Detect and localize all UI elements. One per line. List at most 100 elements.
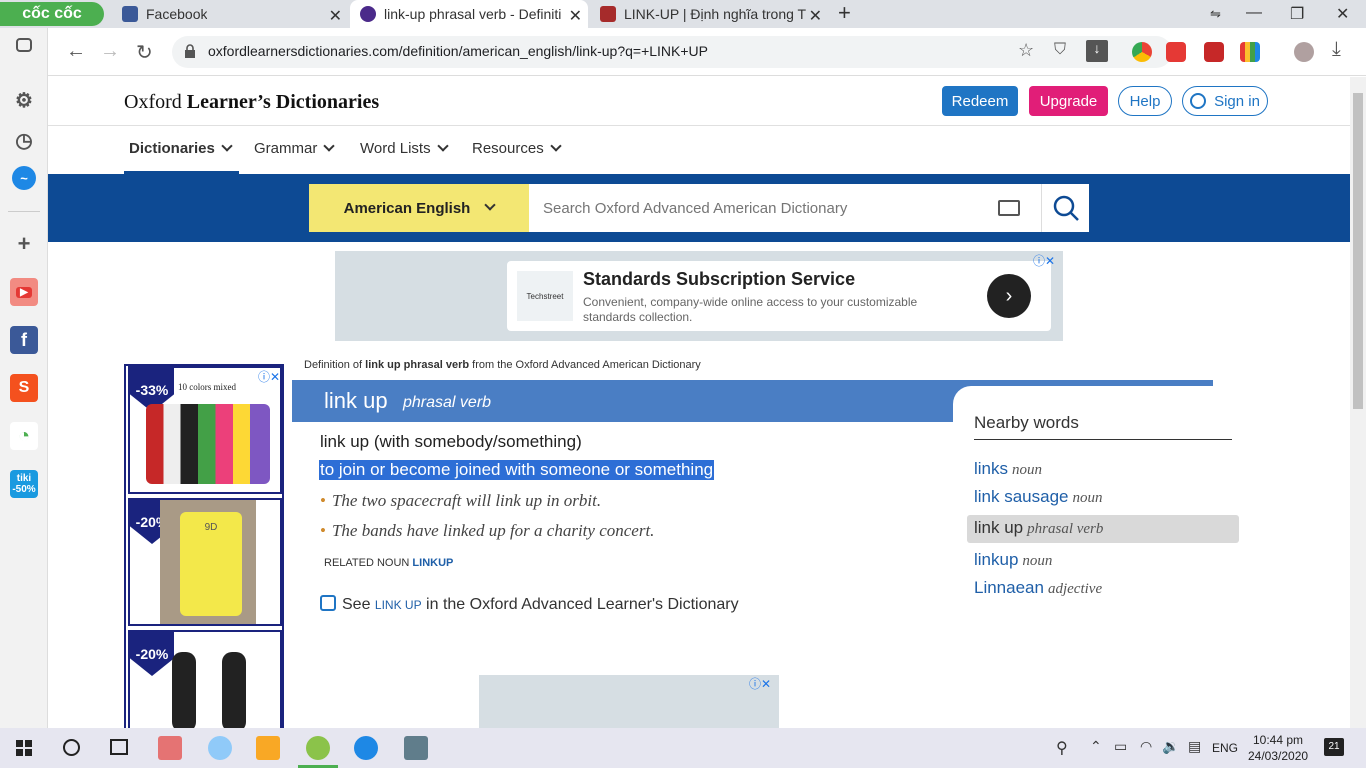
user-icon xyxy=(1190,93,1207,109)
chevron-down-icon xyxy=(484,199,497,211)
color-extension-icon[interactable] xyxy=(1240,42,1260,62)
messenger-icon[interactable]: ~ xyxy=(12,166,36,190)
nearby-title: Nearby words xyxy=(974,413,1079,432)
app-icon[interactable] xyxy=(404,736,428,760)
history-icon[interactable]: ◷ xyxy=(10,126,38,154)
close-icon[interactable]: ✕ xyxy=(329,6,342,26)
nav-dictionaries[interactable]: Dictionaries xyxy=(129,140,233,157)
chrome-extension-icon[interactable] xyxy=(1132,42,1152,62)
banner-ad[interactable]: Techstreet Standards Subscription Servic… xyxy=(335,251,1063,341)
close-icon[interactable]: ✕ xyxy=(569,6,582,26)
windows-start-icon[interactable] xyxy=(16,740,32,756)
reload-icon[interactable]: ↻ xyxy=(136,40,153,65)
shield-icon[interactable]: ⛉ xyxy=(1054,41,1066,59)
page-scrollbar[interactable] xyxy=(1350,77,1366,728)
site-logo[interactable]: Oxford Learner’s Dictionaries xyxy=(124,91,379,114)
nav-resources[interactable]: Resources xyxy=(472,140,562,157)
app-icon[interactable] xyxy=(208,736,232,760)
ad-caption: 10 colors mixed xyxy=(178,382,236,392)
add-icon[interactable]: + xyxy=(10,230,38,258)
forward-arrow-icon[interactable]: → xyxy=(100,40,120,63)
new-extension-icon[interactable] xyxy=(1166,42,1186,62)
tab-oxford[interactable]: link-up phrasal verb - Definiti ✕ xyxy=(350,0,588,28)
zalo-icon[interactable] xyxy=(354,736,378,760)
tab-search-icon[interactable]: ⇋ xyxy=(1210,6,1221,22)
ad-card[interactable]: Techstreet Standards Subscription Servic… xyxy=(507,261,1051,331)
file-explorer-icon[interactable] xyxy=(256,736,280,760)
dictionary-select[interactable]: American English xyxy=(309,184,529,232)
product-image xyxy=(146,404,270,484)
side-ad[interactable]: -33% 10 colors mixed ⓘ✕ -20% 9D -20% xyxy=(124,364,284,728)
app-icon[interactable] xyxy=(158,736,182,760)
nearby-item-selected[interactable]: link up phrasal verb xyxy=(967,515,1239,543)
search-icon[interactable] xyxy=(63,739,80,756)
battery-icon[interactable]: ▭ xyxy=(1114,738,1127,755)
coccoc-icon[interactable]: ◔ xyxy=(10,422,38,450)
upgrade-button[interactable]: Upgrade xyxy=(1029,86,1108,116)
sidebar-toggle-icon[interactable] xyxy=(16,38,32,52)
bottom-ad[interactable]: ⓘ✕ xyxy=(479,675,779,728)
ad-product[interactable]: -20% xyxy=(128,630,282,728)
back-arrow-icon[interactable]: ← xyxy=(66,40,86,63)
scrollbar-thumb[interactable] xyxy=(1353,93,1363,409)
minimize-button[interactable]: — xyxy=(1246,4,1262,22)
ad-product[interactable]: -20% 9D xyxy=(128,498,282,626)
task-view-icon[interactable] xyxy=(110,739,128,755)
tab-facebook[interactable]: Facebook ✕ xyxy=(112,0,348,28)
nearby-item[interactable]: link sausage noun xyxy=(974,487,1103,507)
adchoices-icon[interactable]: ⓘ✕ xyxy=(749,675,771,692)
window-close-button[interactable]: ✕ xyxy=(1336,4,1349,24)
youtube-icon[interactable]: ▶ xyxy=(10,278,38,306)
red-extension-icon[interactable] xyxy=(1204,42,1224,62)
bullet-icon: • xyxy=(320,521,326,540)
clock[interactable]: 10:44 pm 24/03/2020 xyxy=(1248,732,1308,764)
search-button[interactable] xyxy=(1041,184,1089,232)
chevron-right-icon[interactable]: › xyxy=(987,274,1031,318)
facebook-icon[interactable]: f xyxy=(10,326,38,354)
nav-grammar[interactable]: Grammar xyxy=(254,140,336,157)
definition-source: Definition of link up phrasal verb from … xyxy=(304,359,701,371)
nav-word-lists[interactable]: Word Lists xyxy=(360,140,449,157)
wifi-icon[interactable]: ◠ xyxy=(1140,738,1152,755)
download-arrow-icon[interactable]: ↓ xyxy=(1086,40,1108,62)
see-link[interactable]: LINK UP xyxy=(375,598,422,612)
new-tab-button[interactable]: + xyxy=(838,0,851,26)
part-of-speech: phrasal verb xyxy=(403,394,492,411)
volume-icon[interactable]: 🔉 xyxy=(1162,738,1179,755)
settings-icon[interactable]: ⚙ xyxy=(10,86,38,114)
tab-bar: cốc cốc Facebook ✕ link-up phrasal verb … xyxy=(0,0,1366,28)
language-indicator[interactable]: ENG xyxy=(1212,741,1238,755)
coccoc-icon[interactable] xyxy=(306,736,330,760)
adchoices-icon[interactable]: ⓘ✕ xyxy=(258,368,280,385)
maximize-button[interactable]: ❐ xyxy=(1290,4,1304,24)
adchoices-icon[interactable]: ⓘ✕ xyxy=(1033,252,1055,269)
ad-product[interactable]: -33% 10 colors mixed ⓘ✕ xyxy=(128,366,282,494)
tab-cambridge[interactable]: LINK-UP | Định nghĩa trong T ✕ xyxy=(590,0,828,28)
help-button[interactable]: Help xyxy=(1118,86,1172,116)
nearby-item[interactable]: links noun xyxy=(974,459,1042,479)
tiki-icon[interactable]: tiki -50% xyxy=(10,470,38,498)
nearby-item[interactable]: Linnaean adjective xyxy=(974,578,1102,598)
sign-in-button[interactable]: Sign in xyxy=(1182,86,1268,116)
close-icon[interactable]: ✕ xyxy=(809,6,822,26)
keyboard-icon[interactable] xyxy=(998,200,1020,216)
chevron-up-icon[interactable]: ⌃ xyxy=(1090,738,1102,755)
downloads-icon[interactable]: ⤓ xyxy=(1332,38,1341,61)
coccoc-logo[interactable]: cốc cốc xyxy=(0,2,104,26)
nearby-item[interactable]: linkup noun xyxy=(974,550,1052,570)
clock-date: 24/03/2020 xyxy=(1248,749,1309,763)
star-icon[interactable]: ☆ xyxy=(1018,40,1034,61)
notification-icon[interactable]: 21 xyxy=(1324,738,1344,756)
chevron-down-icon xyxy=(221,140,233,152)
display-icon[interactable]: ▤ xyxy=(1188,738,1201,755)
redeem-button[interactable]: Redeem xyxy=(942,86,1018,116)
related-link[interactable]: LINKUP xyxy=(412,557,453,569)
shopee-icon[interactable]: S xyxy=(10,374,38,402)
see-also: See LINK UP in the Oxford Advanced Learn… xyxy=(320,595,739,614)
people-icon[interactable]: ⚲ xyxy=(1056,738,1068,758)
profile-avatar[interactable] xyxy=(1294,42,1314,62)
omnibox[interactable]: oxfordlearnersdictionaries.com/definitio… xyxy=(172,36,1172,68)
external-link-icon[interactable] xyxy=(320,595,336,611)
cambridge-icon xyxy=(600,6,616,22)
search-input[interactable] xyxy=(529,184,1041,232)
